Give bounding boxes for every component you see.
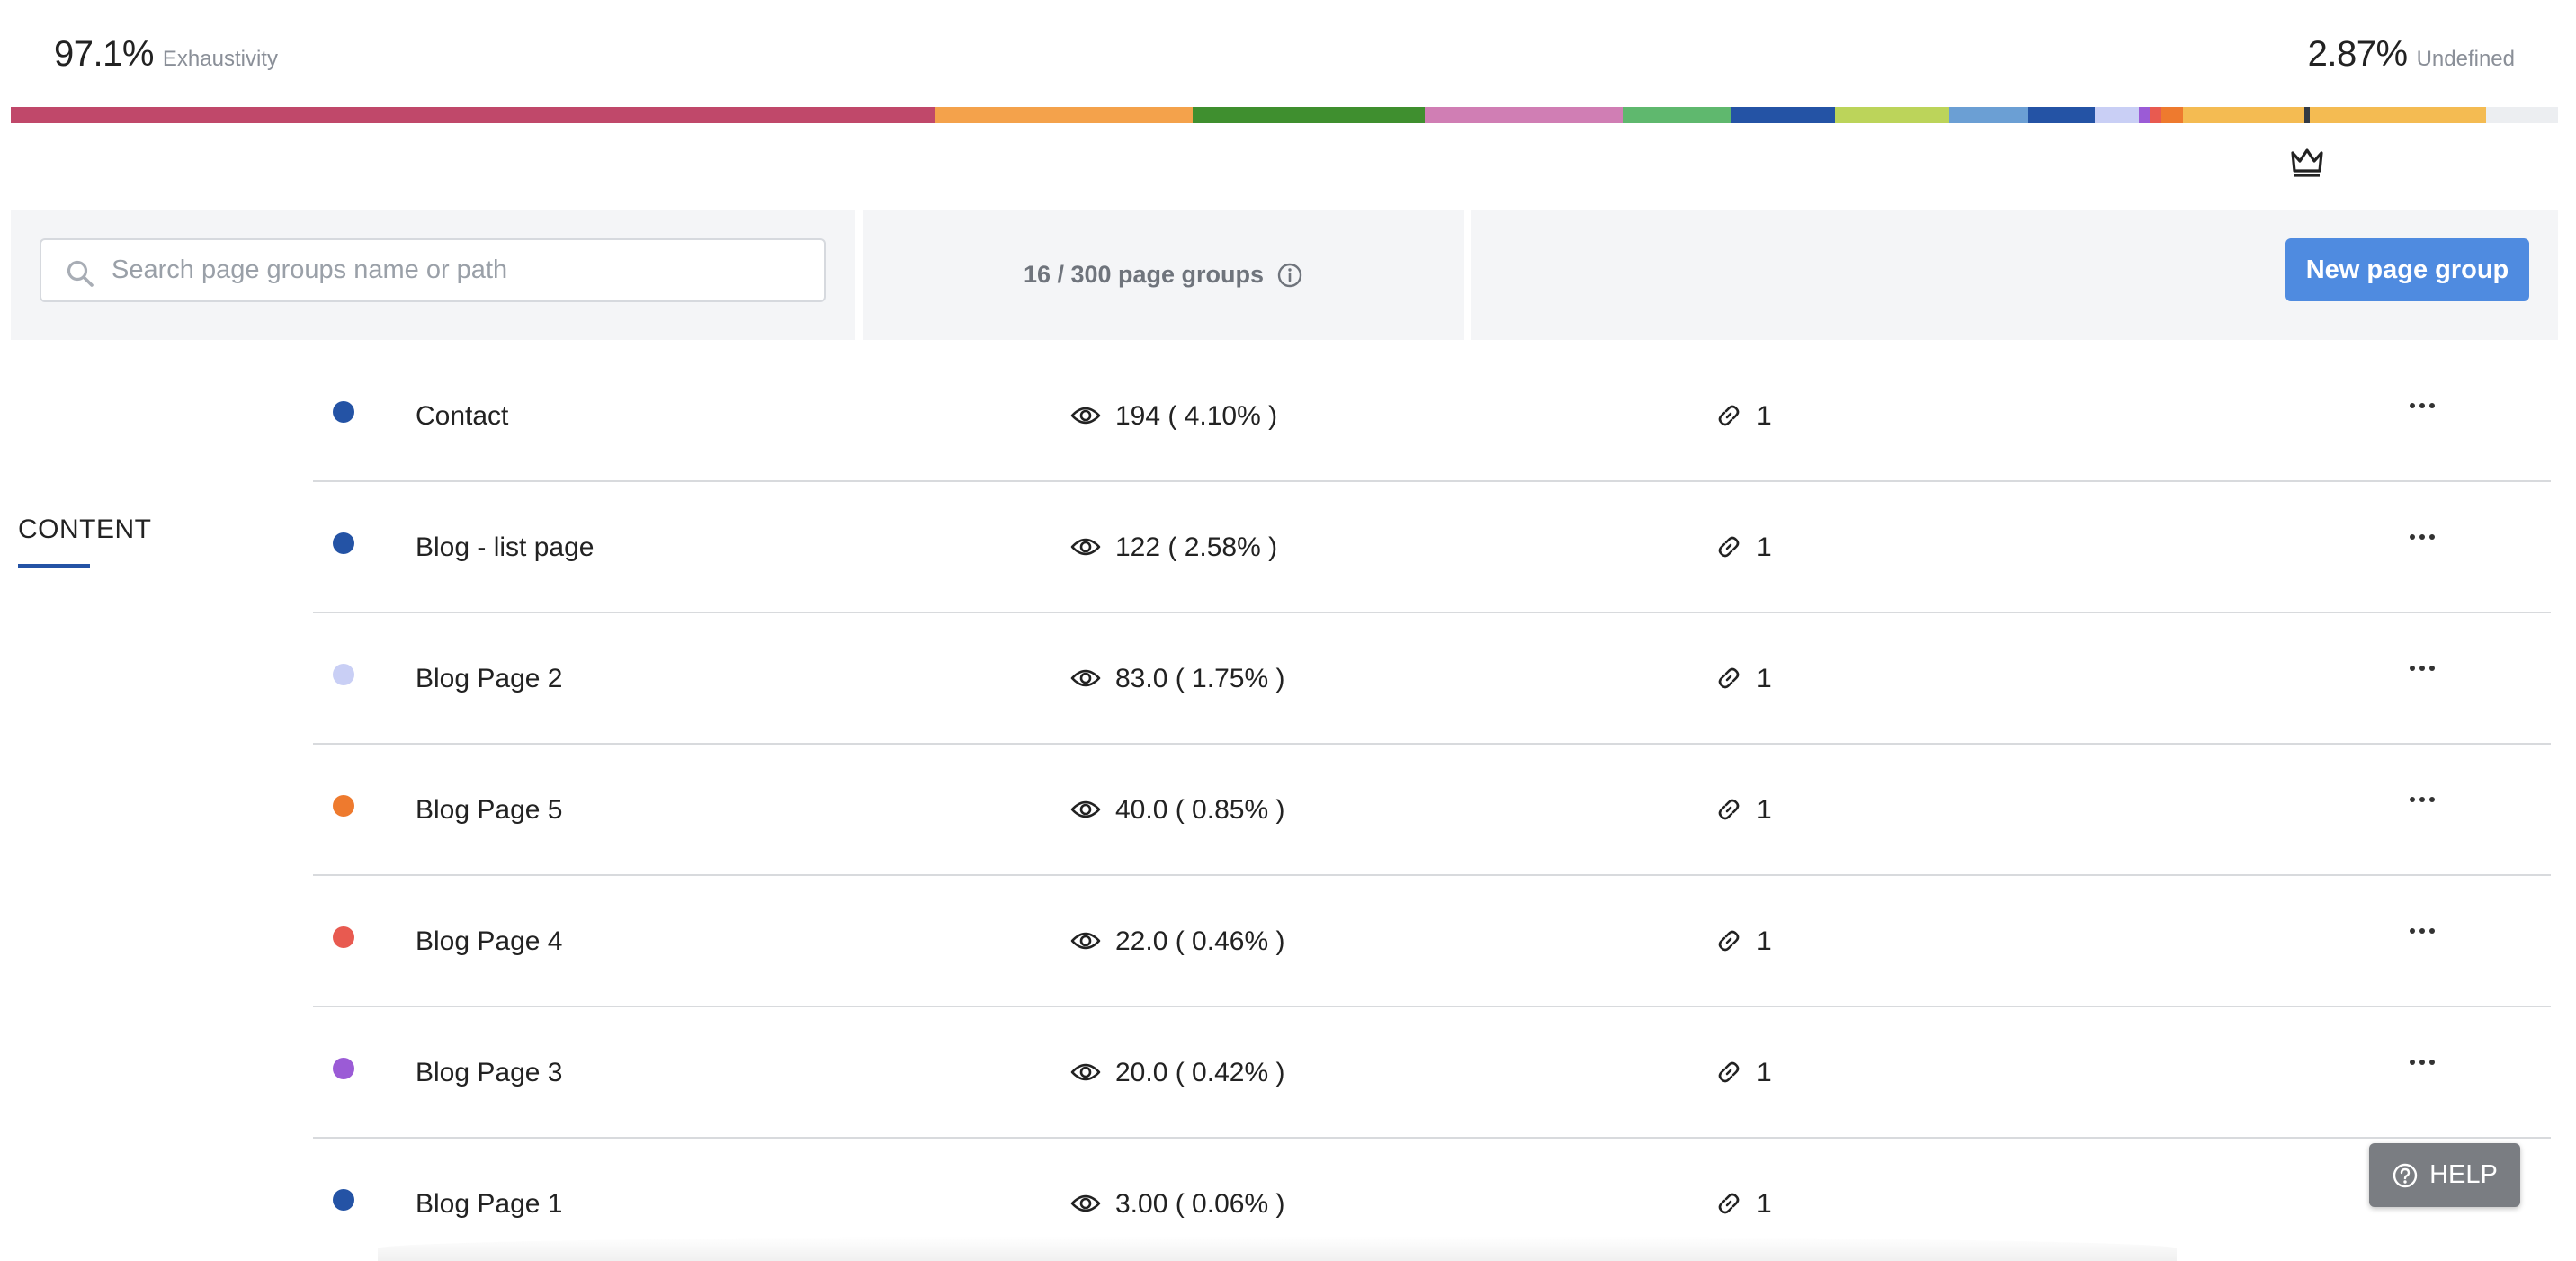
search-box[interactable]: [40, 238, 826, 302]
exhaustivity-label: Exhaustivity: [162, 47, 278, 71]
question-circle-icon: [2393, 1163, 2418, 1187]
page-group-views: 194 ( 4.10% ): [1115, 401, 1278, 431]
distribution-segment[interactable]: [11, 107, 936, 123]
eye-icon: [1070, 407, 1101, 425]
new-page-group-button[interactable]: New page group: [2285, 238, 2529, 301]
eye-icon: [1070, 669, 1101, 687]
color-dot: [333, 1058, 354, 1079]
link-icon: [1718, 667, 1740, 689]
distribution-marker: [2304, 107, 2310, 123]
page-group-name[interactable]: Contact: [416, 401, 508, 432]
page-group-name[interactable]: Blog - list page: [416, 532, 594, 563]
color-dot: [333, 926, 354, 948]
page-group-name[interactable]: Blog Page 4: [416, 926, 562, 957]
page-group-views: 122 ( 2.58% ): [1115, 532, 1278, 562]
exhaustivity-stat: 97.1% Exhaustivity: [54, 34, 278, 75]
undefined-stat: 2.87% Undefined: [2308, 34, 2515, 75]
exhaustivity-value: 97.1%: [54, 34, 154, 74]
distribution-segment[interactable]: [1193, 107, 1425, 123]
bottom-shadow: [378, 1236, 2177, 1261]
distribution-segment[interactable]: [1949, 107, 2028, 123]
color-dot: [333, 664, 354, 685]
distribution-segment[interactable]: [2094, 107, 2140, 123]
page-group-name[interactable]: Blog Page 1: [416, 1189, 562, 1220]
link-icon: [1718, 1193, 1740, 1214]
color-dot: [333, 532, 354, 554]
more-horizontal-icon[interactable]: [2400, 523, 2445, 550]
page-group-name[interactable]: Blog Page 3: [416, 1058, 562, 1088]
page-group-links: 1: [1757, 926, 1772, 956]
more-horizontal-icon[interactable]: [2400, 786, 2445, 813]
color-dot: [333, 795, 354, 817]
page-group-row[interactable]: Blog - list page 122 ( 2.58% ) 1: [313, 482, 2551, 613]
distribution-segment[interactable]: [935, 107, 1194, 123]
distribution-segment[interactable]: [2027, 107, 2095, 123]
search-panel: [11, 210, 855, 340]
eye-icon: [1070, 1194, 1101, 1212]
info-icon[interactable]: [1276, 262, 1303, 289]
color-dot: [333, 1189, 354, 1211]
section-label-content[interactable]: CONTENT: [18, 514, 152, 545]
distribution-segment[interactable]: [2160, 107, 2184, 123]
page-group-row[interactable]: Blog Page 4 22.0 ( 0.46% ) 1: [313, 876, 2551, 1007]
eye-icon: [1070, 538, 1101, 556]
search-input[interactable]: [41, 240, 824, 300]
link-icon: [1718, 799, 1740, 820]
distribution-segment[interactable]: [1834, 107, 1950, 123]
link-icon: [1718, 1061, 1740, 1083]
page-group-links: 1: [1757, 664, 1772, 693]
undefined-label: Undefined: [2416, 47, 2515, 71]
crown-icon[interactable]: [2288, 146, 2326, 178]
distribution-bar: [11, 107, 2558, 123]
page-group-views: 22.0 ( 0.46% ): [1115, 926, 1285, 956]
color-dot: [333, 401, 354, 423]
search-icon: [67, 260, 94, 287]
distribution-segment[interactable]: [2139, 107, 2150, 123]
distribution-segment[interactable]: [1424, 107, 1623, 123]
help-label: HELP: [2429, 1160, 2498, 1189]
link-icon: [1718, 405, 1740, 426]
page-group-views: 3.00 ( 0.06% ): [1115, 1189, 1285, 1219]
page-group-links: 1: [1757, 1058, 1772, 1087]
more-horizontal-icon[interactable]: [2400, 392, 2445, 419]
page-group-links: 1: [1757, 532, 1772, 562]
help-button[interactable]: HELP: [2369, 1143, 2520, 1207]
more-horizontal-icon[interactable]: [2400, 655, 2445, 682]
page-group-links: 1: [1757, 401, 1772, 431]
page-group-views: 40.0 ( 0.85% ): [1115, 795, 1285, 825]
distribution-segment[interactable]: [2183, 107, 2487, 123]
page-group-links: 1: [1757, 1189, 1772, 1219]
more-horizontal-icon[interactable]: [2400, 917, 2445, 944]
page-group-views: 83.0 ( 1.75% ): [1115, 664, 1285, 693]
undefined-value: 2.87%: [2307, 34, 2408, 74]
page-group-row[interactable]: Blog Page 5 40.0 ( 0.85% ) 1: [313, 745, 2551, 876]
page-group-count: 16 / 300 page groups: [1023, 261, 1265, 288]
page-group-row[interactable]: Contact 194 ( 4.10% ) 1: [313, 351, 2551, 482]
distribution-segment[interactable]: [2149, 107, 2161, 123]
section-underline: [18, 564, 90, 568]
page-group-name[interactable]: Blog Page 2: [416, 664, 562, 694]
eye-icon: [1070, 800, 1101, 818]
page-group-row[interactable]: Blog Page 2 83.0 ( 1.75% ) 1: [313, 613, 2551, 745]
page-group-name[interactable]: Blog Page 5: [416, 795, 562, 826]
count-panel: 16 / 300 page groups: [863, 210, 1464, 340]
eye-icon: [1070, 1063, 1101, 1081]
action-panel: New page group: [1471, 210, 2558, 340]
page-group-row[interactable]: Blog Page 3 20.0 ( 0.42% ) 1: [313, 1007, 2551, 1139]
distribution-segment[interactable]: [1730, 107, 1835, 123]
link-icon: [1718, 930, 1740, 952]
eye-icon: [1070, 932, 1101, 950]
page-group-views: 20.0 ( 0.42% ): [1115, 1058, 1285, 1087]
more-horizontal-icon[interactable]: [2400, 1049, 2445, 1076]
distribution-segment[interactable]: [1623, 107, 1731, 123]
link-icon: [1718, 536, 1740, 558]
page-group-links: 1: [1757, 795, 1772, 825]
